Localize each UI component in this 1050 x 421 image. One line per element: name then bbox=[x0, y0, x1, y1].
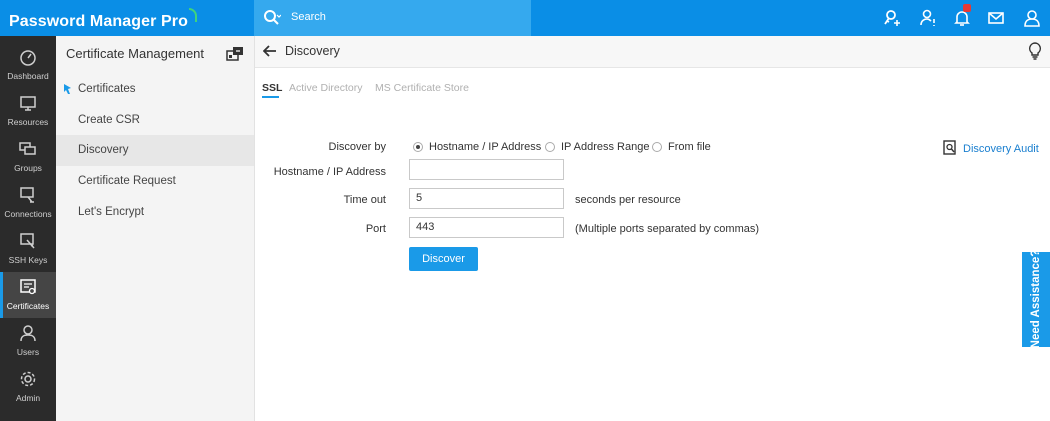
connections-icon bbox=[20, 187, 34, 203]
certificate-add-icon[interactable] bbox=[226, 46, 244, 62]
radio-from-file[interactable] bbox=[652, 142, 662, 152]
need-assistance-tab[interactable]: Need Assistance? bbox=[1022, 249, 1050, 349]
nav-resources[interactable]: Resources bbox=[0, 88, 56, 134]
timeout-hint: seconds per resource bbox=[575, 194, 681, 206]
submenu-item-lets-encrypt[interactable]: Let's Encrypt bbox=[56, 197, 254, 228]
hostname-label: Hostname / IP Address bbox=[273, 166, 386, 178]
nav-dashboard[interactable]: Dashboard bbox=[0, 42, 56, 88]
nav-label: Resources bbox=[7, 117, 49, 127]
nav-ssh-keys[interactable]: SSH Keys bbox=[0, 226, 56, 272]
port-input[interactable]: 443 bbox=[409, 217, 564, 238]
radio-from-file-label[interactable]: From file bbox=[668, 141, 711, 153]
radio-hostname-label[interactable]: Hostname / IP Address bbox=[429, 141, 541, 153]
groups-icon bbox=[19, 142, 36, 155]
global-search[interactable]: Search bbox=[254, 0, 531, 36]
app-title: Password Manager Pro bbox=[9, 13, 188, 30]
nav-connections[interactable]: Connections bbox=[0, 180, 56, 226]
tab-active-directory[interactable]: Active Directory bbox=[289, 82, 363, 94]
page-title: Discovery bbox=[285, 44, 340, 58]
submenu-title: Certificate Management bbox=[66, 46, 205, 61]
submenu-item-certificates[interactable]: Certificates bbox=[56, 74, 254, 105]
pin-icon bbox=[64, 84, 71, 94]
nav-label: Connections bbox=[4, 209, 52, 219]
user-alert-icon[interactable] bbox=[918, 8, 938, 28]
need-assistance-label: Need Assistance? bbox=[1030, 249, 1042, 349]
nav-label: Certificates bbox=[6, 301, 50, 311]
submenu-label: Let's Encrypt bbox=[78, 206, 145, 218]
submenu-item-certificate-request[interactable]: Certificate Request bbox=[56, 166, 254, 197]
port-hint: (Multiple ports separated by commas) bbox=[575, 223, 760, 235]
nav-label: Dashboard bbox=[7, 71, 49, 81]
app-logo[interactable]: Password Manager Pro bbox=[9, 8, 197, 31]
timeout-input[interactable]: 5 bbox=[409, 188, 564, 209]
user-icon[interactable] bbox=[1022, 8, 1042, 28]
nav-label: Groups bbox=[14, 163, 42, 173]
search-placeholder: Search bbox=[291, 11, 326, 23]
radio-hostname[interactable] bbox=[413, 142, 423, 152]
submenu-label: Certificate Request bbox=[78, 175, 176, 187]
gear-icon bbox=[20, 371, 36, 387]
port-label: Port bbox=[365, 223, 386, 235]
submenu-label: Create CSR bbox=[78, 114, 140, 126]
submenu-item-discovery[interactable]: Discovery bbox=[56, 135, 254, 166]
nav-users[interactable]: Users bbox=[0, 318, 56, 364]
key-plus-icon[interactable] bbox=[882, 8, 902, 28]
search-icon bbox=[264, 10, 281, 25]
ssh-key-icon bbox=[20, 233, 35, 249]
users-icon bbox=[20, 325, 36, 342]
submenu-label: Discovery bbox=[78, 144, 129, 156]
timeout-label: Time out bbox=[343, 194, 386, 206]
discovery-audit-link[interactable]: Discovery Audit bbox=[963, 143, 1039, 155]
nav-label: Users bbox=[16, 347, 40, 357]
nav-groups[interactable]: Groups bbox=[0, 134, 56, 180]
mail-icon[interactable] bbox=[986, 8, 1006, 28]
nav-admin[interactable]: Admin bbox=[0, 364, 56, 410]
hostname-input[interactable] bbox=[409, 159, 564, 180]
certificate-icon bbox=[20, 279, 36, 295]
nav-label: SSH Keys bbox=[8, 255, 48, 265]
certificate-submenu: Certificate Management Certificates Crea… bbox=[56, 36, 255, 421]
discover-button[interactable]: Discover bbox=[409, 247, 478, 271]
submenu-label: Certificates bbox=[78, 83, 136, 95]
tab-ms-certificate-store[interactable]: MS Certificate Store bbox=[375, 82, 469, 94]
nav-certificates[interactable]: Certificates bbox=[0, 272, 56, 318]
nav-label: Admin bbox=[15, 393, 41, 403]
submenu-item-create-csr[interactable]: Create CSR bbox=[56, 105, 254, 136]
discover-by-label: Discover by bbox=[328, 141, 386, 153]
dashboard-icon bbox=[20, 50, 36, 66]
top-bar: Password Manager Pro Search bbox=[0, 0, 1050, 36]
active-tab-indicator bbox=[262, 96, 279, 98]
radio-ip-range-label[interactable]: IP Address Range bbox=[561, 141, 649, 153]
logo-swoosh bbox=[188, 8, 197, 22]
notification-badge bbox=[963, 4, 971, 12]
left-nav: Dashboard Resources Groups Connections S… bbox=[0, 36, 56, 421]
audit-icon[interactable] bbox=[943, 140, 957, 155]
tab-ssl[interactable]: SSL bbox=[262, 82, 282, 94]
radio-ip-range[interactable] bbox=[545, 142, 555, 152]
page-header: Discovery bbox=[255, 36, 1050, 68]
monitor-icon bbox=[20, 96, 36, 111]
lightbulb-icon[interactable] bbox=[1028, 42, 1042, 60]
back-arrow-icon[interactable] bbox=[263, 44, 277, 58]
